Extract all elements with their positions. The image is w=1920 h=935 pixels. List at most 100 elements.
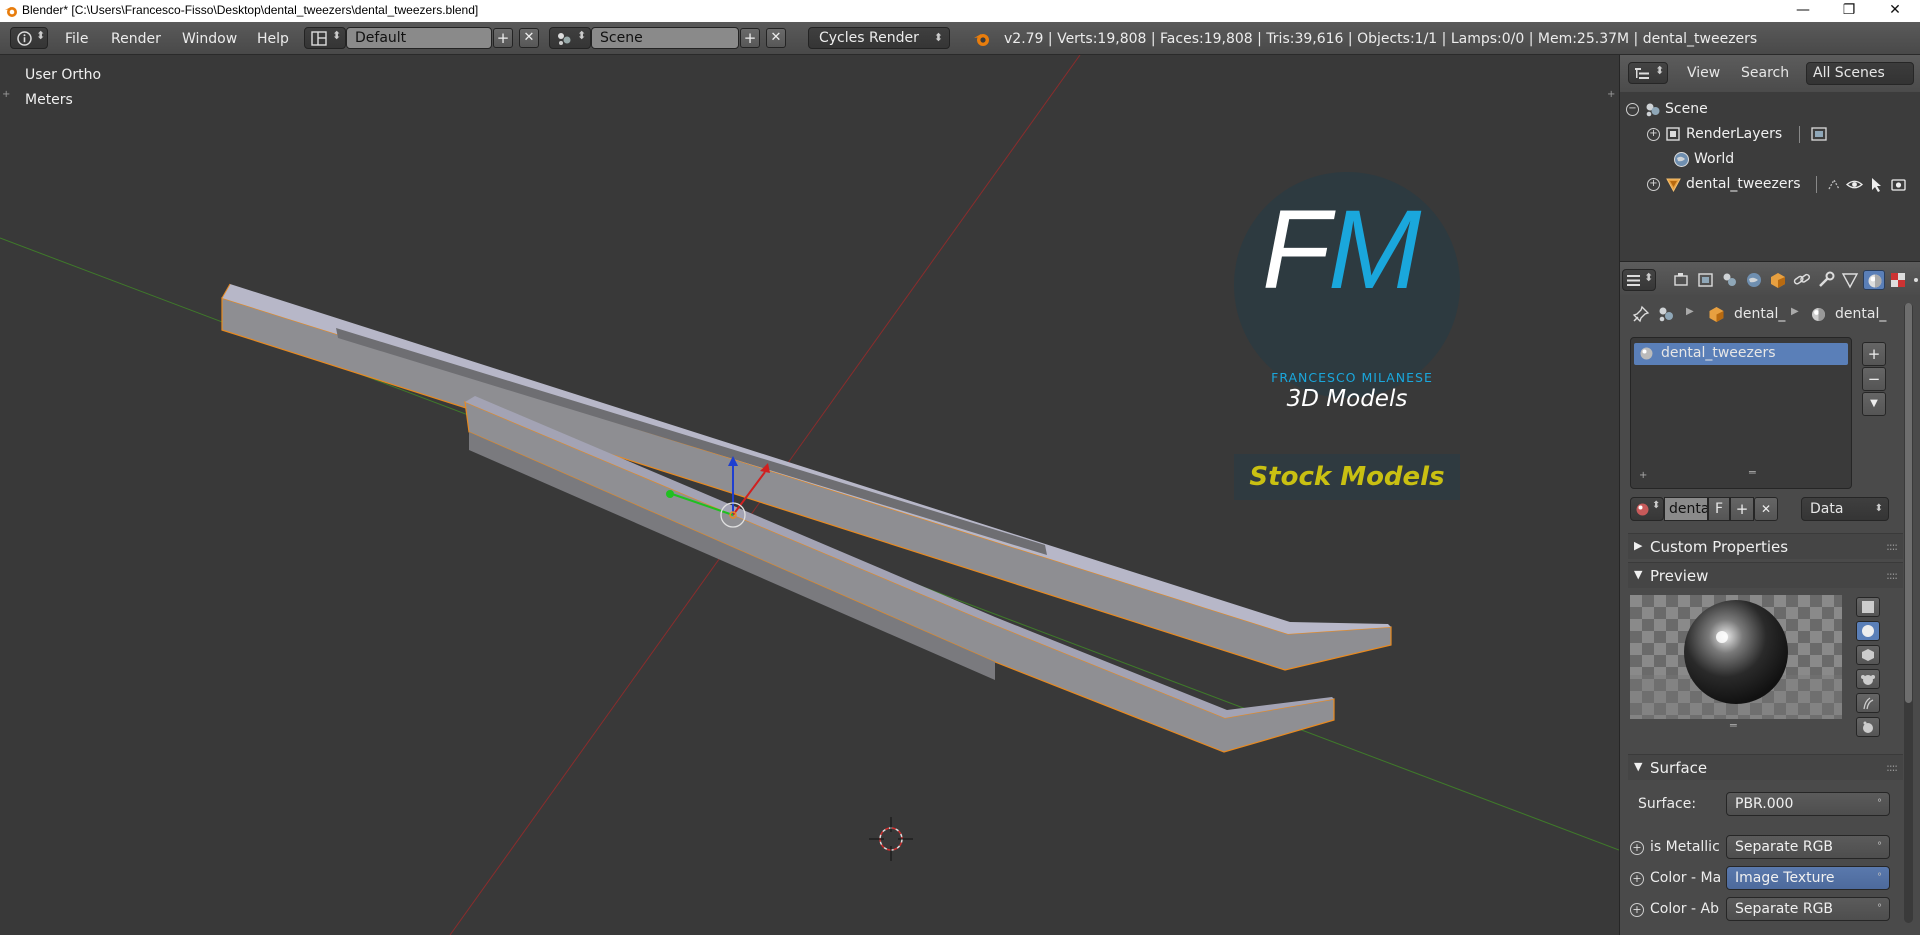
outliner-item-label: RenderLayers bbox=[1686, 126, 1783, 142]
3d-viewport[interactable]: + + User Ortho Meters F M FRANCESCO MILA… bbox=[0, 55, 1619, 935]
outliner-row-scene[interactable]: − Scene bbox=[1620, 97, 1920, 122]
expand-input-icon[interactable]: + bbox=[1630, 841, 1644, 855]
expand-input-icon[interactable]: + bbox=[1630, 872, 1644, 886]
tab-world[interactable] bbox=[1743, 270, 1765, 290]
expand-toggle[interactable]: + bbox=[1647, 128, 1660, 141]
renderable-camera-icon[interactable] bbox=[1890, 176, 1907, 193]
outliner-row-dental-tweezers[interactable]: + dental_tweezers bbox=[1620, 172, 1920, 197]
close-window-button[interactable]: ✕ bbox=[1872, 0, 1918, 22]
tab-render[interactable] bbox=[1671, 270, 1693, 290]
fake-user-button[interactable]: F bbox=[1708, 497, 1730, 521]
material-sphere-icon bbox=[1636, 503, 1649, 516]
collapse-toggle[interactable]: − bbox=[1626, 103, 1639, 116]
add-scene-button[interactable]: + bbox=[740, 28, 760, 48]
surface-shader-field[interactable]: PBR.000 ° bbox=[1726, 792, 1890, 816]
outliner-editor-type-button[interactable]: ⬍ bbox=[1628, 62, 1668, 84]
tab-data[interactable] bbox=[1839, 270, 1861, 290]
input-link-field[interactable]: Separate RGB ° bbox=[1726, 897, 1890, 921]
input-label: Color - Ab bbox=[1650, 901, 1719, 917]
updown-icon: ⬍ bbox=[332, 29, 342, 42]
menu-window[interactable]: Window bbox=[182, 31, 237, 47]
tweezer-arm-lower[interactable] bbox=[464, 396, 1335, 753]
menu-file[interactable]: File bbox=[65, 31, 88, 47]
outliner-menu-search[interactable]: Search bbox=[1741, 65, 1789, 81]
editor-type-button[interactable]: ⬍ bbox=[10, 27, 48, 49]
panel-preview[interactable]: ▼ Preview :::: bbox=[1628, 562, 1903, 588]
unlink-material-button[interactable]: ✕ bbox=[1754, 497, 1778, 521]
preview-sphere-button[interactable] bbox=[1856, 621, 1880, 641]
mesh-object-icon bbox=[1666, 178, 1681, 193]
minimize-button[interactable]: — bbox=[1780, 0, 1826, 22]
render-engine-dropdown[interactable]: Cycles Render ⬍ bbox=[808, 27, 950, 49]
properties-scrollbar-track[interactable] bbox=[1904, 303, 1913, 923]
material-name-field[interactable]: denta bbox=[1664, 497, 1708, 521]
tweezer-arm-upper[interactable] bbox=[221, 283, 1392, 671]
menu-render[interactable]: Render bbox=[111, 31, 161, 47]
material-slot-item[interactable]: dental_tweezers bbox=[1634, 343, 1848, 365]
add-layout-button[interactable]: + bbox=[493, 28, 513, 48]
preview-world-button[interactable] bbox=[1856, 717, 1880, 737]
menu-help[interactable]: Help bbox=[257, 31, 289, 47]
material-slot-specials-button[interactable]: ▼ bbox=[1862, 392, 1886, 416]
outliner-menu-view[interactable]: View bbox=[1687, 65, 1720, 81]
panel-custom-properties[interactable]: ▶ Custom Properties :::: bbox=[1628, 533, 1903, 559]
expand-input-icon[interactable]: + bbox=[1630, 903, 1644, 917]
panel-drag-grip[interactable]: :::: bbox=[1886, 540, 1898, 553]
preview-flat-button[interactable] bbox=[1856, 597, 1880, 617]
tab-scene[interactable] bbox=[1719, 270, 1741, 290]
layout-browse-button[interactable]: ⬍ bbox=[304, 27, 346, 49]
preview-resize-grip[interactable]: ═ bbox=[1730, 719, 1737, 732]
pin-icon[interactable] bbox=[1632, 305, 1650, 323]
add-material-slot-button[interactable]: + bbox=[1862, 342, 1886, 366]
3d-cursor[interactable] bbox=[869, 817, 913, 861]
tab-object[interactable] bbox=[1767, 270, 1789, 290]
tab-modifiers[interactable] bbox=[1815, 270, 1837, 290]
tab-texture[interactable] bbox=[1887, 270, 1909, 290]
properties-scrollbar-thumb[interactable] bbox=[1905, 303, 1912, 703]
expand-toggle[interactable]: + bbox=[1647, 178, 1660, 191]
tab-material[interactable] bbox=[1863, 270, 1885, 290]
input-link-field[interactable]: Separate RGB ° bbox=[1726, 835, 1890, 859]
preview-shape-buttons bbox=[1852, 595, 1885, 737]
updown-icon: ⬍ bbox=[933, 31, 943, 44]
delete-scene-button[interactable]: ✕ bbox=[766, 28, 786, 48]
visibility-eye-icon[interactable] bbox=[1846, 176, 1863, 193]
tab-particles[interactable] bbox=[1911, 270, 1920, 290]
properties-editor-type-button[interactable]: ⬍ bbox=[1622, 269, 1656, 291]
list-filter-toggle[interactable]: + bbox=[1639, 470, 1647, 481]
socket-dot-icon: ° bbox=[1877, 798, 1882, 809]
panel-drag-grip[interactable]: :::: bbox=[1886, 761, 1898, 774]
properties-icon bbox=[1627, 275, 1640, 286]
tab-constraints[interactable] bbox=[1791, 270, 1813, 290]
properties-region-toggle[interactable]: + bbox=[1607, 89, 1615, 100]
outliner-row-world[interactable]: World bbox=[1620, 147, 1920, 172]
info-header: ⬍ File Render Window Help ⬍ Default + ✕ … bbox=[0, 22, 1920, 55]
preview-monkey-button[interactable] bbox=[1856, 669, 1880, 689]
material-slot-list[interactable]: dental_tweezers + ═ bbox=[1630, 337, 1852, 489]
link-mode-dropdown[interactable]: Data ⬍ bbox=[1801, 497, 1889, 521]
selectable-cursor-icon[interactable] bbox=[1868, 176, 1885, 193]
list-resize-grip[interactable]: ═ bbox=[1749, 466, 1756, 479]
layout-name-field[interactable]: Default bbox=[346, 27, 492, 49]
preview-hair-button[interactable] bbox=[1856, 693, 1880, 713]
new-material-button[interactable]: + bbox=[1730, 497, 1754, 521]
modifier-icon[interactable] bbox=[1826, 176, 1843, 193]
material-browse-button[interactable]: ⬍ bbox=[1630, 497, 1664, 521]
preview-cube-button[interactable] bbox=[1856, 645, 1880, 665]
scene-name-field[interactable]: Scene bbox=[591, 27, 739, 49]
updown-icon: ⬍ bbox=[1655, 64, 1665, 77]
input-link-field[interactable]: Image Texture ° bbox=[1726, 866, 1890, 890]
remove-material-slot-button[interactable]: − bbox=[1862, 367, 1886, 391]
render-layer-icon[interactable] bbox=[1811, 126, 1828, 143]
scene-browse-button[interactable]: ⬍ bbox=[549, 27, 591, 49]
scene-icon bbox=[1723, 273, 1736, 286]
tab-render-layers[interactable] bbox=[1695, 270, 1717, 290]
toolshelf-toggle[interactable]: + bbox=[2, 89, 10, 100]
right-editors: ⬍ View Search All Scenes − Scene + Rende… bbox=[1619, 55, 1920, 935]
delete-layout-button[interactable]: ✕ bbox=[519, 28, 539, 48]
panel-surface[interactable]: ▼ Surface :::: bbox=[1628, 754, 1903, 780]
outliner-filter-dropdown[interactable]: All Scenes bbox=[1806, 62, 1914, 85]
panel-drag-grip[interactable]: :::: bbox=[1886, 569, 1898, 582]
maximize-button[interactable]: ❐ bbox=[1826, 0, 1872, 22]
outliner-row-renderlayers[interactable]: + RenderLayers bbox=[1620, 122, 1920, 147]
